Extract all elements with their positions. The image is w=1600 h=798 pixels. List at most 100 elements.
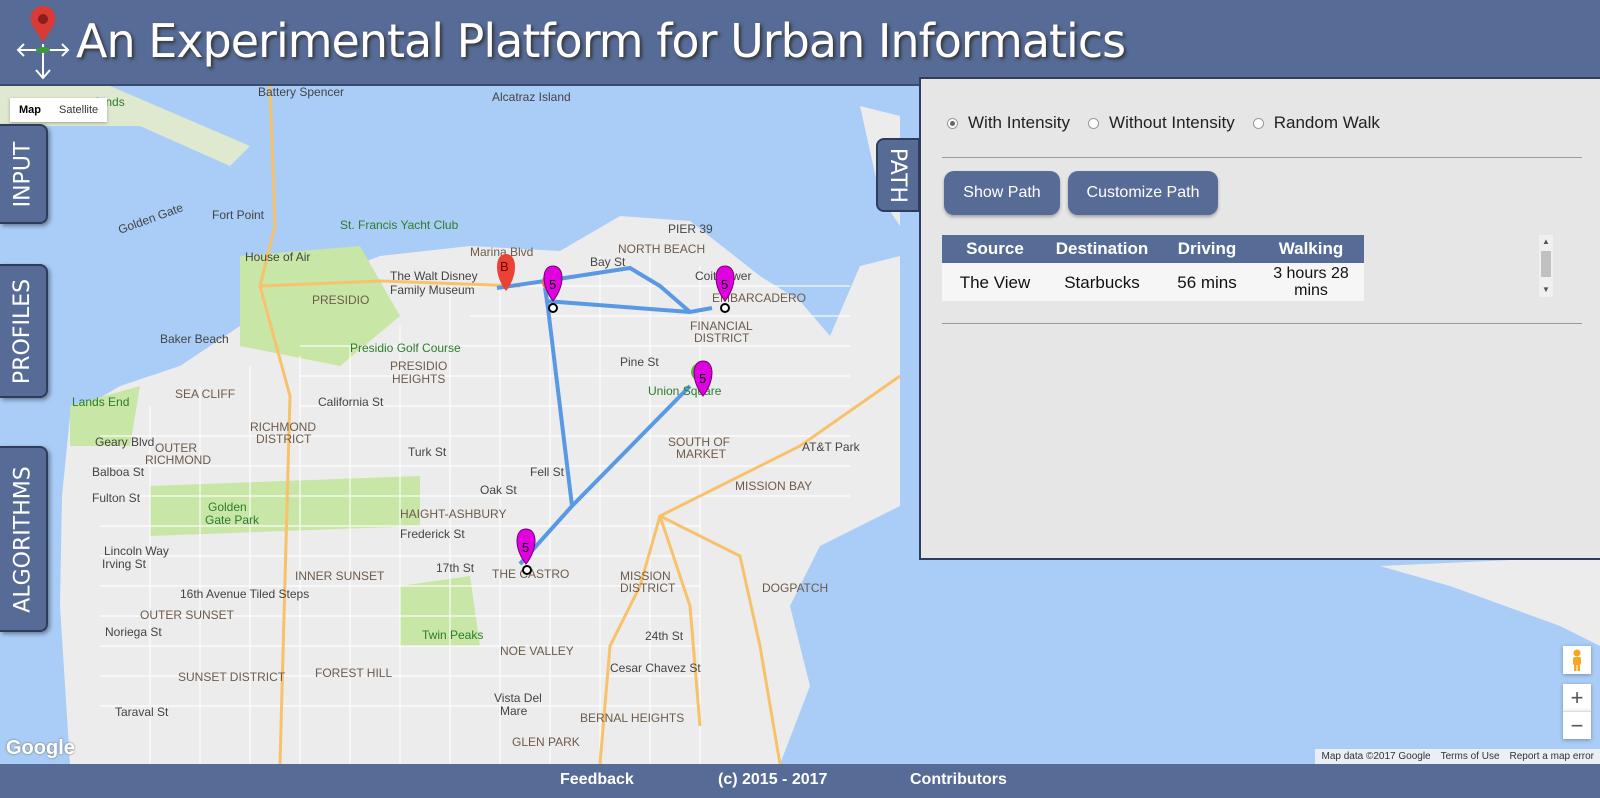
customize-path-button[interactable]: Customize Path bbox=[1068, 171, 1218, 215]
map-label: RICHMOND bbox=[145, 453, 211, 467]
map-label: Golden Gate bbox=[116, 200, 185, 237]
map-label: Fell St bbox=[530, 465, 565, 479]
tab-input-label: INPUT bbox=[10, 141, 36, 207]
show-path-button[interactable]: Show Path bbox=[944, 171, 1060, 215]
map-label: Mare bbox=[500, 704, 528, 718]
map-label: 17th St bbox=[436, 561, 475, 575]
map-label: Golden bbox=[208, 500, 247, 514]
map-label: OUTER SUNSET bbox=[140, 608, 235, 622]
map-label: DISTRICT bbox=[620, 581, 676, 595]
google-logo: Google bbox=[6, 737, 75, 759]
map-label: Lincoln Way bbox=[104, 544, 169, 558]
radio-with-intensity-label: With Intensity bbox=[968, 113, 1071, 132]
map-label: PRESIDIO bbox=[390, 359, 447, 373]
map-label: MARKET bbox=[676, 447, 727, 461]
map-label: 16th Avenue Tiled Steps bbox=[180, 587, 309, 601]
col-source: Source bbox=[942, 235, 1048, 263]
map-label: 5 bbox=[522, 540, 529, 555]
map-label: 5 bbox=[699, 371, 706, 386]
radio-random-walk-label: Random Walk bbox=[1273, 113, 1380, 132]
app-header: An Experimental Platform for Urban Infor… bbox=[0, 0, 1600, 86]
map-label: Noriega St bbox=[105, 625, 162, 639]
map-label: Taraval St bbox=[115, 705, 169, 719]
map-label: SEA CLIFF bbox=[175, 387, 235, 401]
radio-with-intensity[interactable]: With Intensity bbox=[947, 113, 1070, 133]
col-destination: Destination bbox=[1048, 235, 1156, 263]
map-attribution: Map data ©2017 Google Terms of Use Repor… bbox=[1315, 749, 1600, 764]
tab-algorithms[interactable]: ALGORITHMS bbox=[0, 446, 48, 632]
table-scrollbar[interactable]: ▲ ▼ bbox=[1539, 235, 1553, 297]
col-driving: Driving bbox=[1156, 235, 1258, 263]
map-label: B bbox=[500, 259, 509, 274]
map-type-satellite-button[interactable]: Satellite bbox=[50, 98, 107, 122]
map-label: MISSION BAY bbox=[735, 479, 812, 493]
contributors-link[interactable]: Contributors bbox=[910, 771, 1007, 789]
map-label: PIER 39 bbox=[668, 222, 713, 236]
radio-with-intensity-dot[interactable] bbox=[947, 117, 958, 129]
tab-path[interactable]: PATH bbox=[876, 138, 920, 212]
street-view-pegman-icon[interactable] bbox=[1563, 646, 1591, 674]
map-label: HEIGHTS bbox=[392, 372, 445, 386]
feedback-link[interactable]: Feedback bbox=[560, 771, 634, 789]
map-label: NOE VALLEY bbox=[500, 644, 574, 658]
map-label: Bay St bbox=[590, 255, 626, 269]
scroll-thumb[interactable] bbox=[1541, 251, 1551, 277]
zoom-in-button[interactable]: + bbox=[1563, 684, 1591, 711]
map-label: Alcatraz Island bbox=[492, 90, 571, 104]
radio-random-walk[interactable]: Random Walk bbox=[1252, 113, 1380, 133]
tab-input[interactable]: INPUT bbox=[0, 124, 48, 224]
map-label: Baker Beach bbox=[160, 332, 229, 346]
map-label: Twin Peaks bbox=[422, 628, 483, 642]
table-header-row: Source Destination Driving Walking bbox=[942, 235, 1364, 263]
map-label: DOGPATCH bbox=[762, 581, 828, 595]
map-label: HAIGHT-ASHBURY bbox=[400, 507, 506, 521]
map-label: FOREST HILL bbox=[315, 666, 392, 680]
radio-without-intensity-dot[interactable] bbox=[1088, 117, 1100, 129]
tab-profiles[interactable]: PROFILES bbox=[0, 264, 48, 398]
table-row[interactable]: The View Starbucks 56 mins 3 hours 28 mi… bbox=[942, 263, 1364, 301]
logo-icon bbox=[14, 6, 74, 80]
zoom-out-button[interactable]: − bbox=[1563, 711, 1591, 739]
map-label: 24th St bbox=[645, 629, 684, 643]
map-label: Frederick St bbox=[400, 527, 465, 541]
map-label: Oak St bbox=[480, 483, 517, 497]
path-panel: With Intensity Without Intensity Random … bbox=[919, 77, 1600, 560]
map-label: Fulton St bbox=[92, 491, 141, 505]
map-label: DISTRICT bbox=[256, 432, 312, 446]
map-label: AT&T Park bbox=[802, 440, 861, 454]
scroll-down-icon[interactable]: ▼ bbox=[1542, 285, 1550, 294]
report-map-error-link[interactable]: Report a map error bbox=[1510, 751, 1594, 762]
map-label: Union Square bbox=[648, 384, 722, 398]
east-bay-land bbox=[1380, 556, 1600, 646]
tab-algorithms-label: ALGORITHMS bbox=[10, 465, 36, 613]
terms-of-use-link[interactable]: Terms of Use bbox=[1441, 751, 1500, 762]
map-label: House of Air bbox=[245, 250, 310, 264]
cell-destination: Starbucks bbox=[1048, 263, 1156, 301]
map-label: Fort Point bbox=[212, 208, 265, 222]
scroll-up-icon[interactable]: ▲ bbox=[1542, 237, 1550, 246]
map-label: SUNSET DISTRICT bbox=[178, 670, 286, 684]
tab-profiles-label: PROFILES bbox=[10, 278, 36, 384]
radio-without-intensity[interactable]: Without Intensity bbox=[1088, 113, 1235, 133]
map-label: The Walt Disney bbox=[390, 269, 478, 283]
map-label: Cesar Chavez St bbox=[610, 661, 701, 675]
intensity-radio-group: With Intensity Without Intensity Random … bbox=[947, 113, 1398, 133]
cell-driving: 56 mins bbox=[1156, 263, 1258, 301]
map-label: PRESIDIO bbox=[312, 293, 369, 307]
map-label: Gate Park bbox=[205, 513, 260, 527]
map-label: BERNAL HEIGHTS bbox=[580, 711, 684, 725]
routes-table: Source Destination Driving Walking The V… bbox=[942, 235, 1364, 301]
map-label: Pine St bbox=[620, 355, 659, 369]
map-label: 5 bbox=[721, 277, 728, 292]
map-type-control: Map Satellite bbox=[10, 98, 108, 122]
cell-source: The View bbox=[942, 263, 1048, 301]
map-label: Balboa St bbox=[92, 465, 145, 479]
map-label: DISTRICT bbox=[694, 331, 750, 345]
radio-without-intensity-label: Without Intensity bbox=[1109, 113, 1235, 132]
map-data-credit: Map data ©2017 Google bbox=[1321, 751, 1431, 762]
radio-random-walk-dot[interactable] bbox=[1252, 117, 1264, 129]
map-label: Family Museum bbox=[390, 283, 475, 297]
cell-walking: 3 hours 28 mins bbox=[1258, 263, 1364, 301]
map-label: Turk St bbox=[408, 445, 447, 459]
map-type-map-button[interactable]: Map bbox=[10, 98, 50, 122]
